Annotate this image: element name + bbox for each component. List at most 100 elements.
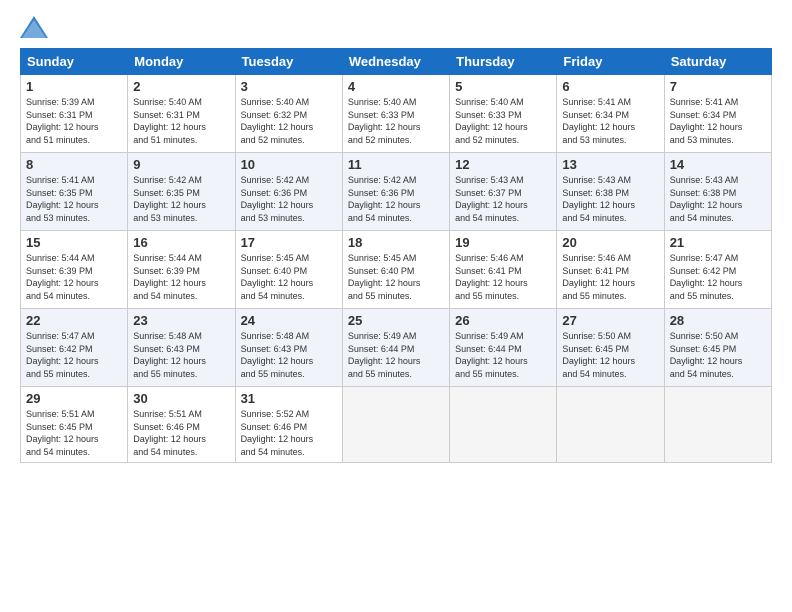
calendar-cell: 29 Sunrise: 5:51 AM Sunset: 6:45 PM Dayli…	[21, 387, 128, 463]
day-number: 4	[348, 79, 444, 94]
day-info: Sunrise: 5:46 AM Sunset: 6:41 PM Dayligh…	[455, 252, 551, 302]
weekday-header-sunday: Sunday	[21, 49, 128, 75]
day-number: 14	[670, 157, 766, 172]
day-number: 3	[241, 79, 337, 94]
day-info: Sunrise: 5:43 AM Sunset: 6:38 PM Dayligh…	[562, 174, 658, 224]
calendar-cell: 12 Sunrise: 5:43 AM Sunset: 6:37 PM Dayli…	[450, 153, 557, 231]
weekday-header-saturday: Saturday	[664, 49, 771, 75]
weekday-header-monday: Monday	[128, 49, 235, 75]
calendar-cell: 4 Sunrise: 5:40 AM Sunset: 6:33 PM Daylig…	[342, 75, 449, 153]
day-info: Sunrise: 5:50 AM Sunset: 6:45 PM Dayligh…	[670, 330, 766, 380]
calendar-cell: 7 Sunrise: 5:41 AM Sunset: 6:34 PM Daylig…	[664, 75, 771, 153]
day-number: 10	[241, 157, 337, 172]
page: SundayMondayTuesdayWednesdayThursdayFrid…	[0, 0, 792, 612]
day-number: 23	[133, 313, 229, 328]
day-info: Sunrise: 5:41 AM Sunset: 6:35 PM Dayligh…	[26, 174, 122, 224]
day-info: Sunrise: 5:40 AM Sunset: 6:33 PM Dayligh…	[455, 96, 551, 146]
day-info: Sunrise: 5:39 AM Sunset: 6:31 PM Dayligh…	[26, 96, 122, 146]
day-info: Sunrise: 5:47 AM Sunset: 6:42 PM Dayligh…	[26, 330, 122, 380]
day-number: 26	[455, 313, 551, 328]
day-info: Sunrise: 5:49 AM Sunset: 6:44 PM Dayligh…	[348, 330, 444, 380]
calendar-week-row: 29 Sunrise: 5:51 AM Sunset: 6:45 PM Dayli…	[21, 387, 772, 463]
day-info: Sunrise: 5:41 AM Sunset: 6:34 PM Dayligh…	[670, 96, 766, 146]
day-number: 30	[133, 391, 229, 406]
logo-icon	[20, 16, 48, 38]
calendar-cell: 9 Sunrise: 5:42 AM Sunset: 6:35 PM Daylig…	[128, 153, 235, 231]
calendar-cell: 30 Sunrise: 5:51 AM Sunset: 6:46 PM Dayli…	[128, 387, 235, 463]
day-number: 21	[670, 235, 766, 250]
day-number: 25	[348, 313, 444, 328]
day-number: 31	[241, 391, 337, 406]
day-info: Sunrise: 5:48 AM Sunset: 6:43 PM Dayligh…	[241, 330, 337, 380]
day-info: Sunrise: 5:51 AM Sunset: 6:45 PM Dayligh…	[26, 408, 122, 458]
day-number: 22	[26, 313, 122, 328]
day-number: 15	[26, 235, 122, 250]
day-number: 6	[562, 79, 658, 94]
day-number: 17	[241, 235, 337, 250]
day-info: Sunrise: 5:42 AM Sunset: 6:36 PM Dayligh…	[241, 174, 337, 224]
day-number: 11	[348, 157, 444, 172]
calendar-cell: 17 Sunrise: 5:45 AM Sunset: 6:40 PM Dayli…	[235, 231, 342, 309]
day-info: Sunrise: 5:42 AM Sunset: 6:35 PM Dayligh…	[133, 174, 229, 224]
calendar-cell: 3 Sunrise: 5:40 AM Sunset: 6:32 PM Daylig…	[235, 75, 342, 153]
calendar-cell: 16 Sunrise: 5:44 AM Sunset: 6:39 PM Dayli…	[128, 231, 235, 309]
day-info: Sunrise: 5:40 AM Sunset: 6:33 PM Dayligh…	[348, 96, 444, 146]
calendar-cell: 31Sunrise: 5:52 AM Sunset: 6:46 PM Dayli…	[235, 387, 342, 463]
day-info: Sunrise: 5:44 AM Sunset: 6:39 PM Dayligh…	[133, 252, 229, 302]
calendar-cell: 13Sunrise: 5:43 AM Sunset: 6:38 PM Dayli…	[557, 153, 664, 231]
day-info: Sunrise: 5:44 AM Sunset: 6:39 PM Dayligh…	[26, 252, 122, 302]
calendar-cell: 2Sunrise: 5:40 AM Sunset: 6:31 PM Daylig…	[128, 75, 235, 153]
calendar-cell: 1 Sunrise: 5:39 AM Sunset: 6:31 PM Daylig…	[21, 75, 128, 153]
calendar-cell: 24Sunrise: 5:48 AM Sunset: 6:43 PM Dayli…	[235, 309, 342, 387]
day-info: Sunrise: 5:43 AM Sunset: 6:38 PM Dayligh…	[670, 174, 766, 224]
day-info: Sunrise: 5:51 AM Sunset: 6:46 PM Dayligh…	[133, 408, 229, 458]
day-number: 27	[562, 313, 658, 328]
day-number: 7	[670, 79, 766, 94]
day-info: Sunrise: 5:41 AM Sunset: 6:34 PM Dayligh…	[562, 96, 658, 146]
calendar-cell: 6 Sunrise: 5:41 AM Sunset: 6:34 PM Daylig…	[557, 75, 664, 153]
day-info: Sunrise: 5:48 AM Sunset: 6:43 PM Dayligh…	[133, 330, 229, 380]
day-info: Sunrise: 5:50 AM Sunset: 6:45 PM Dayligh…	[562, 330, 658, 380]
day-info: Sunrise: 5:45 AM Sunset: 6:40 PM Dayligh…	[241, 252, 337, 302]
day-number: 18	[348, 235, 444, 250]
day-number: 16	[133, 235, 229, 250]
calendar-week-row: 1 Sunrise: 5:39 AM Sunset: 6:31 PM Daylig…	[21, 75, 772, 153]
calendar-week-row: 8 Sunrise: 5:41 AM Sunset: 6:35 PM Daylig…	[21, 153, 772, 231]
calendar-cell: 15 Sunrise: 5:44 AM Sunset: 6:39 PM Dayli…	[21, 231, 128, 309]
header	[20, 18, 772, 40]
day-number: 12	[455, 157, 551, 172]
calendar-cell: 8 Sunrise: 5:41 AM Sunset: 6:35 PM Daylig…	[21, 153, 128, 231]
weekday-header-friday: Friday	[557, 49, 664, 75]
calendar-cell: 21Sunrise: 5:47 AM Sunset: 6:42 PM Dayli…	[664, 231, 771, 309]
weekday-header-wednesday: Wednesday	[342, 49, 449, 75]
calendar-cell: 11 Sunrise: 5:42 AM Sunset: 6:36 PM Dayli…	[342, 153, 449, 231]
day-number: 8	[26, 157, 122, 172]
logo	[20, 18, 50, 40]
weekday-header-tuesday: Tuesday	[235, 49, 342, 75]
calendar: SundayMondayTuesdayWednesdayThursdayFrid…	[20, 48, 772, 463]
day-info: Sunrise: 5:42 AM Sunset: 6:36 PM Dayligh…	[348, 174, 444, 224]
day-info: Sunrise: 5:46 AM Sunset: 6:41 PM Dayligh…	[562, 252, 658, 302]
day-number: 1	[26, 79, 122, 94]
calendar-cell: 23 Sunrise: 5:48 AM Sunset: 6:43 PM Dayli…	[128, 309, 235, 387]
day-number: 29	[26, 391, 122, 406]
day-info: Sunrise: 5:43 AM Sunset: 6:37 PM Dayligh…	[455, 174, 551, 224]
day-number: 9	[133, 157, 229, 172]
day-info: Sunrise: 5:45 AM Sunset: 6:40 PM Dayligh…	[348, 252, 444, 302]
day-info: Sunrise: 5:40 AM Sunset: 6:32 PM Dayligh…	[241, 96, 337, 146]
calendar-cell: 20 Sunrise: 5:46 AM Sunset: 6:41 PM Dayli…	[557, 231, 664, 309]
calendar-cell: 28 Sunrise: 5:50 AM Sunset: 6:45 PM Dayli…	[664, 309, 771, 387]
weekday-header-thursday: Thursday	[450, 49, 557, 75]
calendar-cell: 18 Sunrise: 5:45 AM Sunset: 6:40 PM Dayli…	[342, 231, 449, 309]
day-number: 2	[133, 79, 229, 94]
calendar-week-row: 22 Sunrise: 5:47 AM Sunset: 6:42 PM Dayli…	[21, 309, 772, 387]
day-number: 28	[670, 313, 766, 328]
logo-text	[20, 18, 50, 40]
calendar-cell: 10 Sunrise: 5:42 AM Sunset: 6:36 PM Dayli…	[235, 153, 342, 231]
calendar-cell: 22 Sunrise: 5:47 AM Sunset: 6:42 PM Dayli…	[21, 309, 128, 387]
calendar-cell: 5Sunrise: 5:40 AM Sunset: 6:33 PM Daylig…	[450, 75, 557, 153]
day-info: Sunrise: 5:49 AM Sunset: 6:44 PM Dayligh…	[455, 330, 551, 380]
calendar-cell	[664, 387, 771, 463]
calendar-cell	[557, 387, 664, 463]
day-number: 20	[562, 235, 658, 250]
